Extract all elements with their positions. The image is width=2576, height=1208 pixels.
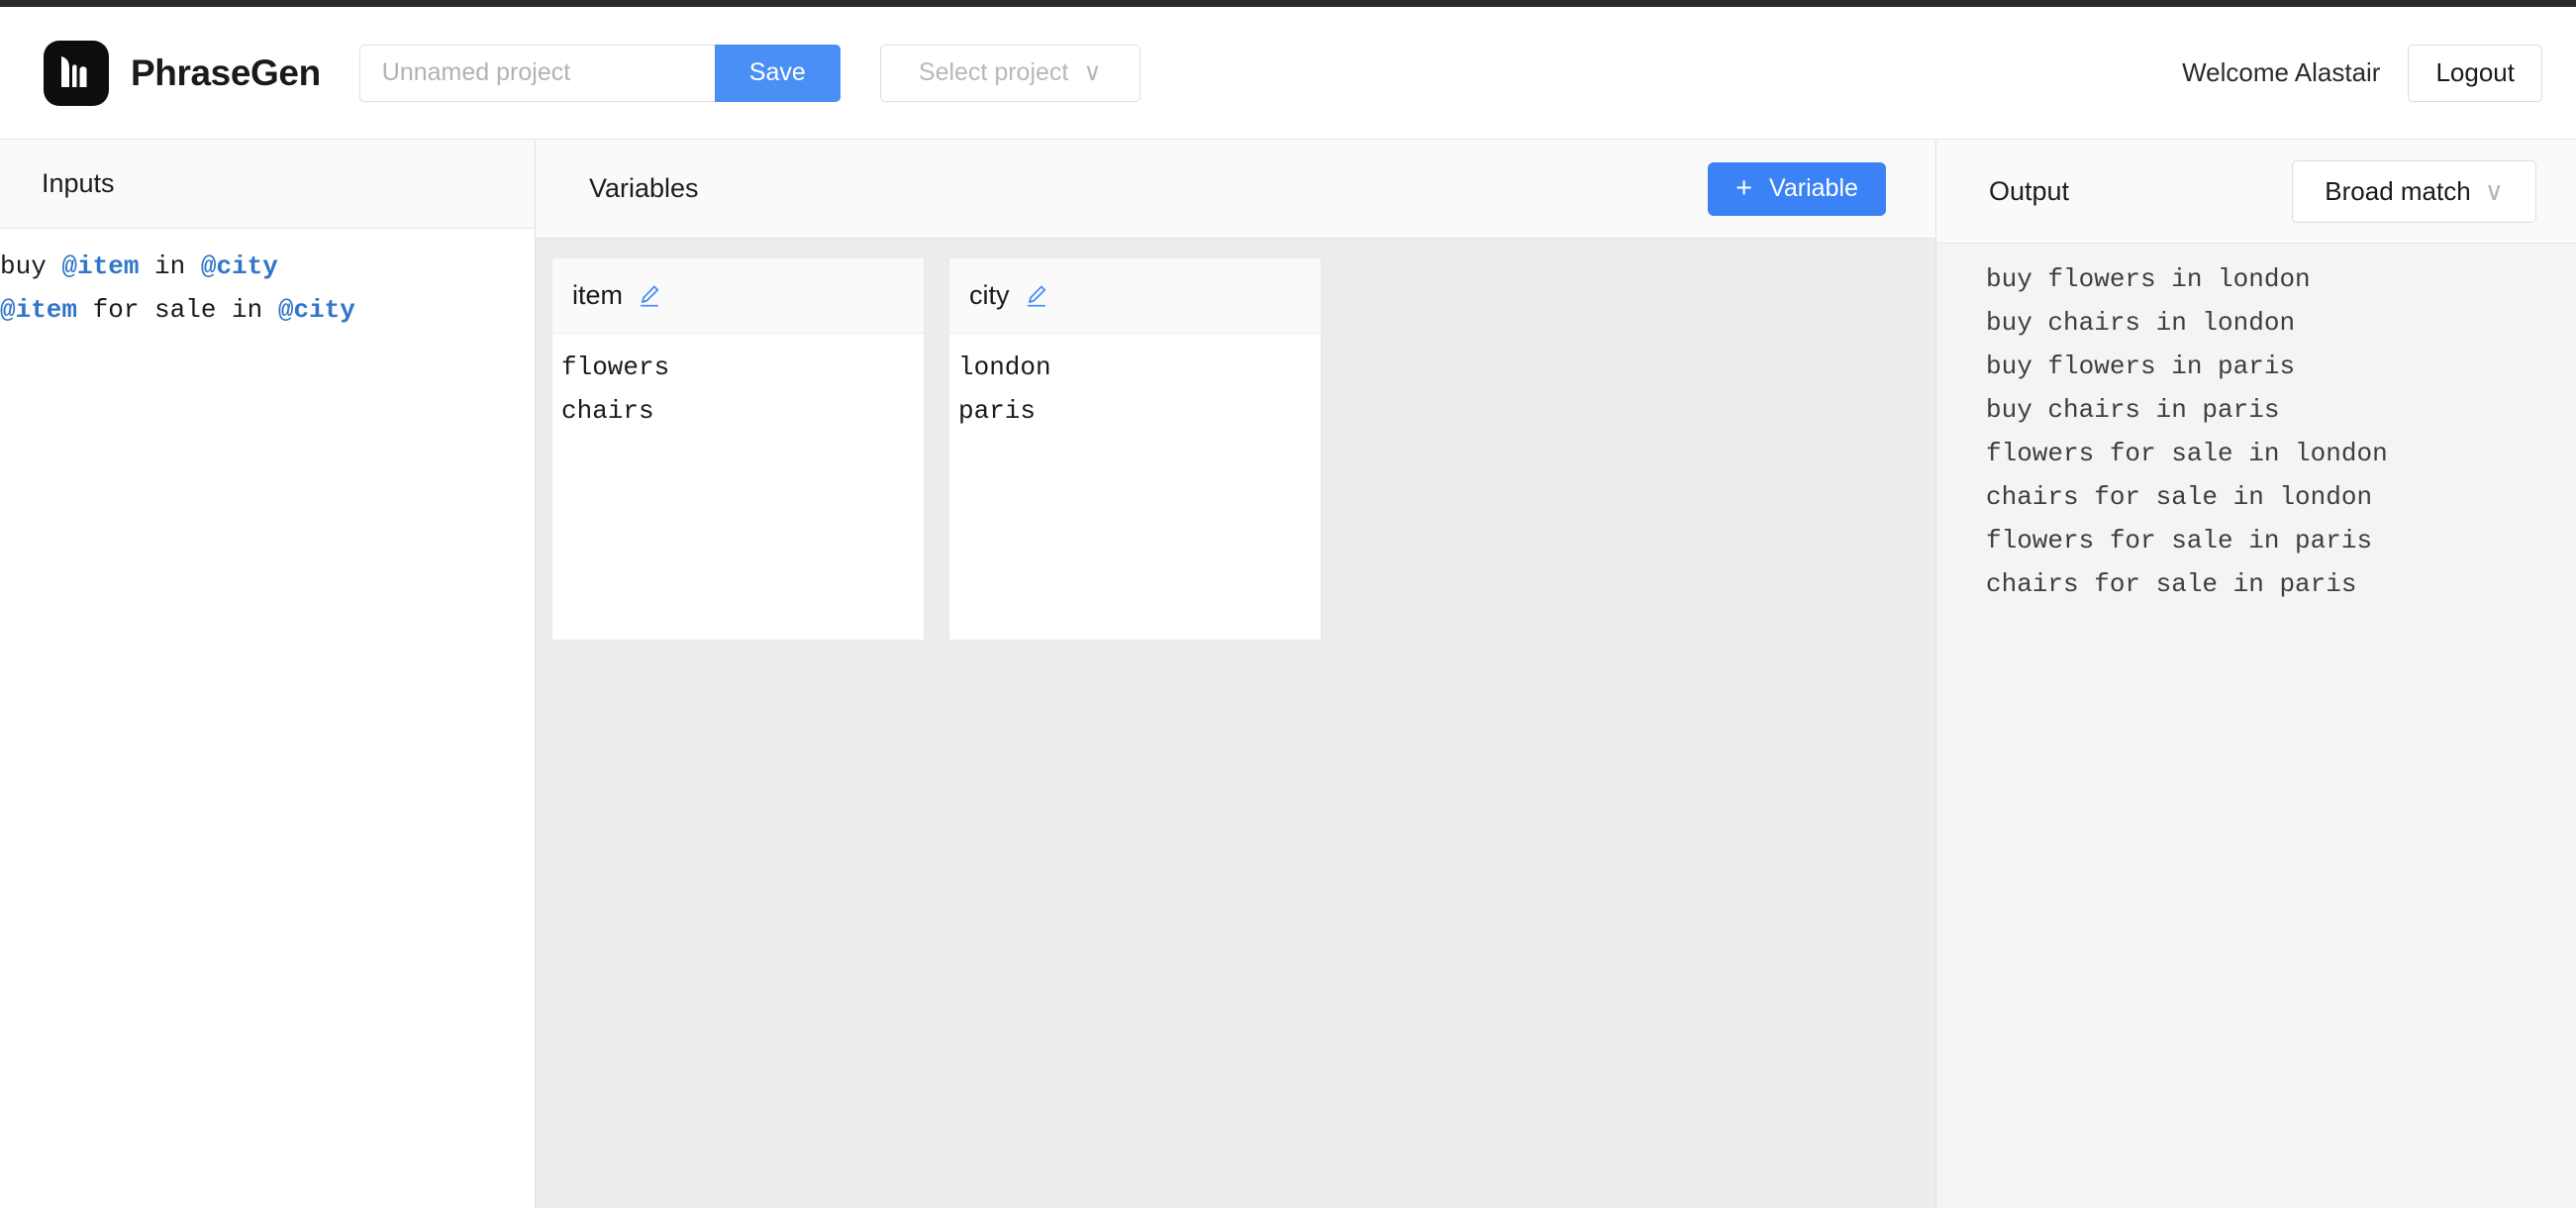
variable-value-line: london <box>958 352 1051 382</box>
variable-token: @city <box>277 295 355 325</box>
pencil-edit-icon[interactable] <box>1024 283 1049 309</box>
variable-card-header: item <box>552 258 924 334</box>
output-panel: Output Broad match ∨ buy flowers in lond… <box>1936 140 2576 1208</box>
variables-panel-title: Variables <box>589 173 699 203</box>
match-type-dropdown[interactable]: Broad match ∨ <box>2292 159 2536 223</box>
pencil-edit-icon[interactable] <box>637 283 662 309</box>
plus-icon: + <box>1735 172 1753 204</box>
output-line: flowers for sale in paris <box>1986 526 2373 555</box>
chevron-down-icon: ∨ <box>1083 58 1102 86</box>
variable-card: item flowers chairs <box>551 257 925 641</box>
output-panel-header: Output Broad match ∨ <box>1936 140 2576 244</box>
variable-values-textarea[interactable]: flowers chairs <box>552 334 924 640</box>
inputs-panel: Inputs buy @item in @city @item for sale … <box>0 140 536 1208</box>
variable-value-line: paris <box>958 396 1037 426</box>
output-text-list: buy flowers in london buy chairs in londo… <box>1936 244 2576 1208</box>
variable-card-header: city <box>949 258 1321 334</box>
input-text-fragment: for sale in <box>77 295 278 325</box>
variables-panel-header: Variables + Variable <box>536 140 1935 239</box>
output-line: flowers for sale in london <box>1986 439 2388 468</box>
phrasegen-logo-icon <box>44 40 109 106</box>
app-header: PhraseGen Save Select project ∨ Welcome … <box>0 7 2576 139</box>
select-project-dropdown[interactable]: Select project ∨ <box>879 44 1140 102</box>
output-line: chairs for sale in paris <box>1986 569 2357 599</box>
variable-token: @city <box>200 252 278 281</box>
add-variable-label: Variable <box>1769 174 1858 202</box>
inputs-panel-title: Inputs <box>42 168 115 198</box>
match-type-label: Broad match <box>2325 175 2471 206</box>
output-line: buy chairs in paris <box>1986 395 2280 425</box>
brand: PhraseGen <box>44 40 321 106</box>
output-line: buy chairs in london <box>1986 308 2296 338</box>
output-line: chairs for sale in london <box>1986 482 2373 512</box>
variable-card-name: city <box>969 280 1010 310</box>
output-line: buy flowers in london <box>1986 264 2311 294</box>
input-text-fragment: in <box>139 252 201 281</box>
project-name-save-group: Save <box>358 44 841 102</box>
inputs-panel-header: Inputs <box>0 140 535 229</box>
variables-panel: Variables + Variable item flowers chairs ci… <box>536 140 1936 1208</box>
logout-button[interactable]: Logout <box>2408 44 2542 102</box>
output-line: buy flowers in paris <box>1986 352 2296 381</box>
variable-value-line: flowers <box>561 352 670 382</box>
browser-chrome-strip <box>0 0 2576 7</box>
output-panel-title: Output <box>1989 175 2070 206</box>
project-controls: Save Select project ∨ <box>358 44 1140 102</box>
variable-cards-container: item flowers chairs city london paris <box>536 239 1935 1208</box>
variable-card-name: item <box>572 280 624 310</box>
variable-value-line: chairs <box>561 396 654 426</box>
workspace: Inputs buy @item in @city @item for sale … <box>0 139 2576 1208</box>
chevron-down-icon: ∨ <box>2484 176 2504 206</box>
variable-values-textarea[interactable]: london paris <box>949 334 1321 640</box>
welcome-message: Welcome Alastair <box>2182 57 2381 87</box>
input-phrase-line: @item for sale in @city <box>0 288 535 332</box>
input-phrase-line: buy @item in @city <box>0 245 535 288</box>
project-name-input[interactable] <box>358 44 715 102</box>
add-variable-button[interactable]: + Variable <box>1708 161 1886 216</box>
variable-token: @item <box>0 295 78 325</box>
save-button[interactable]: Save <box>714 44 841 102</box>
inputs-text-area[interactable]: buy @item in @city @item for sale in @cit… <box>0 229 535 1208</box>
input-text-fragment: buy <box>0 252 62 281</box>
select-project-label: Select project <box>918 58 1069 86</box>
brand-name: PhraseGen <box>131 51 321 93</box>
variable-card: city london paris <box>948 257 1322 641</box>
variable-token: @item <box>61 252 140 281</box>
header-right: Welcome Alastair Logout <box>2182 44 2542 102</box>
